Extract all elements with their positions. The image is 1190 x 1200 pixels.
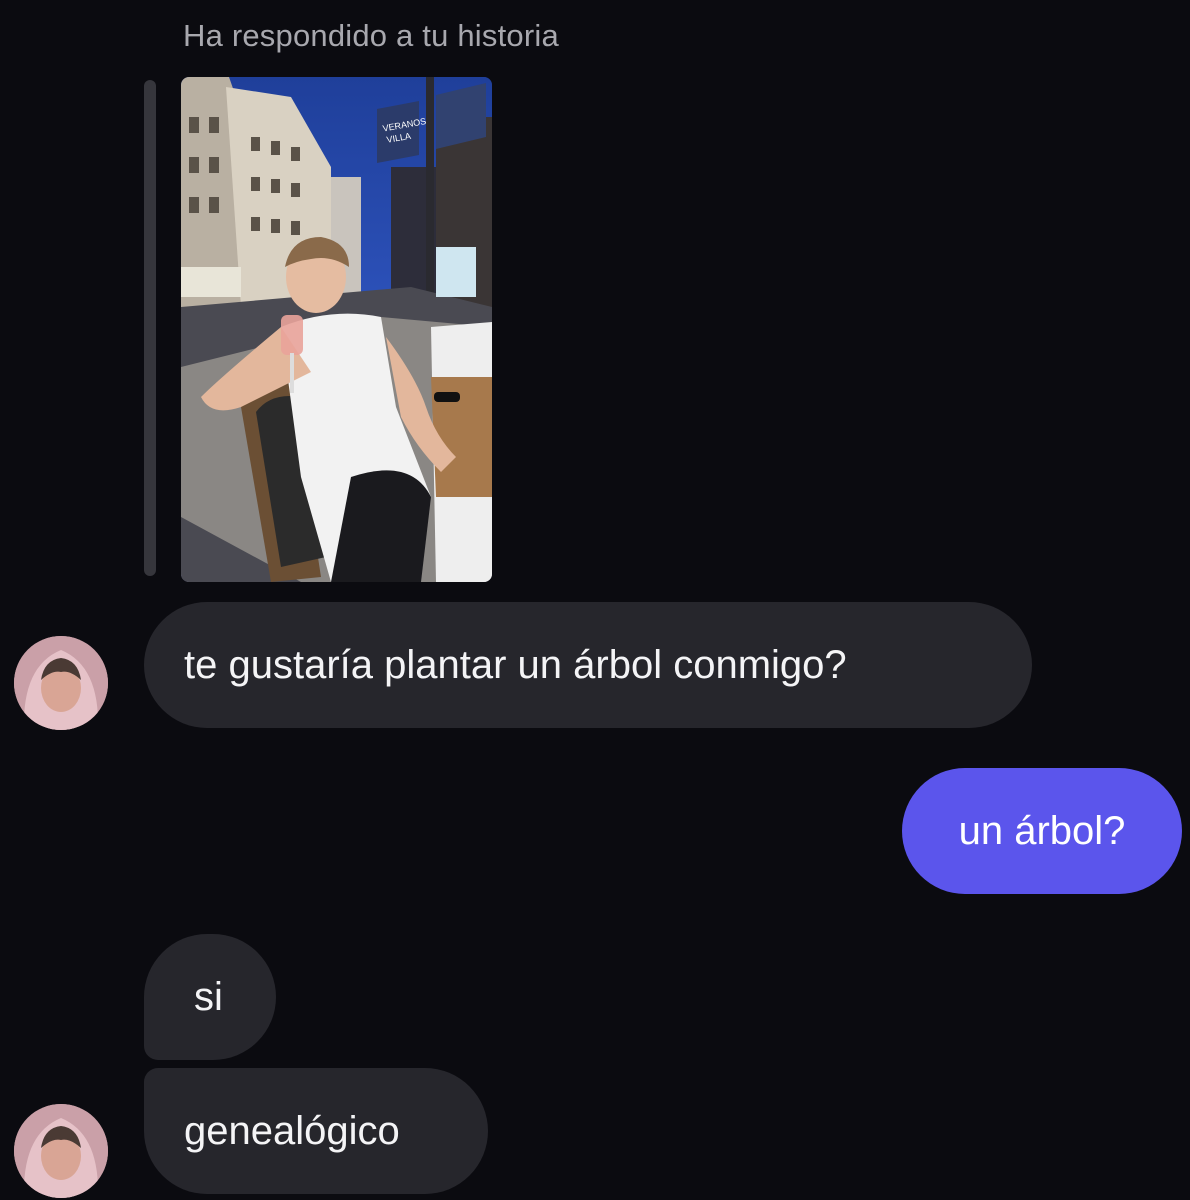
reply-indicator-bar: [144, 80, 156, 576]
message-bubble-incoming[interactable]: te gustaría plantar un árbol conmigo?: [144, 602, 1032, 728]
message-bubble-outgoing[interactable]: un árbol?: [902, 768, 1182, 894]
message-text: genealógico: [184, 1108, 400, 1153]
avatar-image: [14, 636, 108, 730]
message-text: te gustaría plantar un árbol conmigo?: [184, 642, 847, 687]
story-photo[interactable]: VERANOS VILLA: [181, 77, 492, 582]
message-text: un árbol?: [958, 808, 1126, 853]
message-bubble-incoming[interactable]: si: [144, 934, 276, 1060]
story-reply-caption: Ha respondido a tu historia: [183, 18, 559, 53]
contact-avatar[interactable]: [14, 636, 108, 730]
contact-avatar[interactable]: [14, 1104, 108, 1198]
story-photo-illustration: VERANOS VILLA: [181, 77, 492, 582]
message-bubble-incoming[interactable]: genealógico: [144, 1068, 488, 1194]
message-text: si: [194, 974, 223, 1019]
avatar-image: [14, 1104, 108, 1198]
